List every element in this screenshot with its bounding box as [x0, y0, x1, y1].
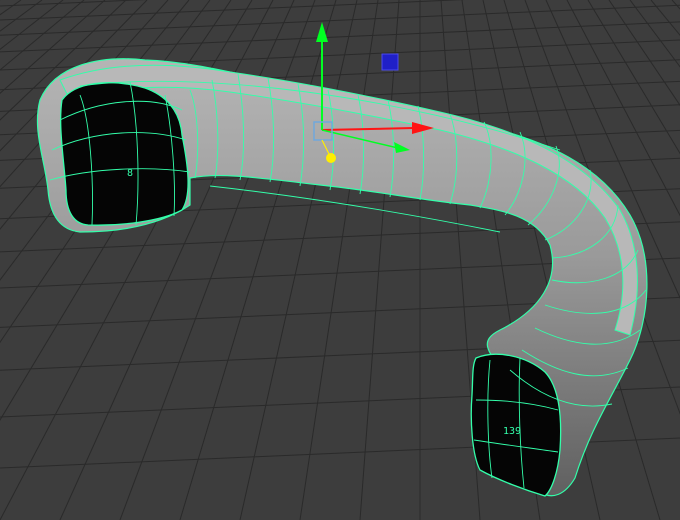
grid-line: [0, 0, 43, 32]
vertex-label-left: 8: [127, 168, 133, 179]
3d-viewport[interactable]: 8 139: [0, 0, 680, 520]
pivot-point[interactable]: [326, 153, 336, 163]
grid-line: [0, 0, 64, 51]
torus-mesh[interactable]: 8 139: [36, 58, 648, 497]
view-plane-handle[interactable]: [381, 53, 399, 71]
vertex-label-right: 139: [503, 426, 521, 437]
grid-line: [0, 21, 680, 53]
left-opening[interactable]: [60, 82, 189, 226]
grid-line: [650, 0, 680, 36]
grid-line: [671, 0, 680, 10]
